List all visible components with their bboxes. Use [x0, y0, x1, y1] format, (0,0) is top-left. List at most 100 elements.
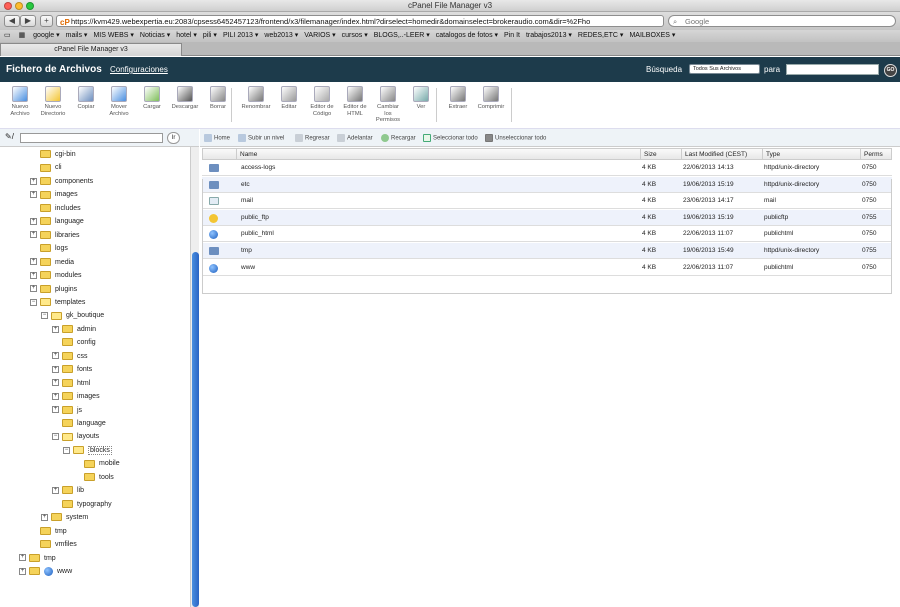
- column-header-perms[interactable]: Perms: [860, 149, 893, 160]
- expand-icon[interactable]: +: [30, 271, 37, 279]
- tree-folder-mobile[interactable]: mobile: [74, 458, 120, 470]
- file-row-public-ftp[interactable]: public_ftp 4 KB 19/06/2013 15:19 publicftp 0…: [202, 209, 892, 226]
- toolbar-button-new-file[interactable]: Nuevo Archivo: [2, 86, 38, 117]
- file-row-access-logs[interactable]: access-logs 4 KB 22/06/2013 14:13 httpd/uni…: [202, 160, 892, 176]
- expand-icon[interactable]: +: [52, 486, 59, 494]
- column-header-name[interactable]: Name: [236, 149, 640, 160]
- tree-folder-fonts[interactable]: + fonts: [52, 364, 92, 376]
- web-search-field[interactable]: ⌕ Google: [668, 15, 896, 27]
- expand-icon[interactable]: +: [52, 325, 59, 333]
- forward-link[interactable]: Adelantar: [337, 134, 373, 142]
- file-row-mail[interactable]: mail 4 KB 23/06/2013 14:17 mail 0750: [202, 193, 892, 210]
- tree-folder-includes[interactable]: includes: [30, 203, 81, 215]
- column-header-type[interactable]: Type: [762, 149, 860, 160]
- bookmark-item[interactable]: REDES,ETC ▾: [578, 30, 624, 42]
- tree-scrollbar[interactable]: [190, 147, 199, 607]
- up-one-level-link[interactable]: Subir un nivel: [238, 134, 284, 142]
- reading-list-icon[interactable]: ▭: [4, 30, 11, 42]
- tree-folder-layouts[interactable]: − layouts: [52, 431, 99, 443]
- expand-icon[interactable]: +: [52, 406, 59, 414]
- tree-folder-media[interactable]: + media: [30, 257, 74, 269]
- file-row-www[interactable]: www 4 KB 22/06/2013 11:07 publichtml 0750: [202, 260, 892, 276]
- tree-folder-language[interactable]: + language: [30, 216, 84, 228]
- expand-icon[interactable]: +: [30, 217, 37, 225]
- bookmark-item[interactable]: mails ▾: [66, 30, 88, 42]
- tree-folder-language[interactable]: language: [52, 418, 106, 430]
- toolbar-button-move[interactable]: Mover Archivo: [101, 86, 137, 117]
- expand-icon[interactable]: +: [30, 191, 37, 198]
- collapse-icon[interactable]: −: [41, 312, 48, 320]
- tree-folder-blocks[interactable]: − blocks: [63, 445, 112, 457]
- bookmark-item[interactable]: MAILBOXES ▾: [629, 30, 675, 42]
- file-search-input[interactable]: [786, 64, 879, 75]
- tree-folder-css[interactable]: + css: [52, 351, 88, 363]
- toolbar-button-view[interactable]: Ver: [403, 86, 439, 111]
- toolbar-button-download[interactable]: Descargar: [167, 86, 203, 111]
- tree-folder-templates[interactable]: − templates: [30, 297, 85, 309]
- bookmark-item[interactable]: PILI 2013 ▾: [223, 30, 258, 42]
- tree-folder-tools[interactable]: tools: [74, 472, 114, 484]
- search-go-button[interactable]: GO: [884, 64, 897, 77]
- bookmark-item[interactable]: VARIOS ▾: [304, 30, 335, 42]
- tree-folder-plugins[interactable]: + plugins: [30, 284, 77, 296]
- toolbar-button-code-editor[interactable]: Editor de Código: [304, 86, 340, 117]
- collapse-icon[interactable]: −: [30, 298, 37, 306]
- back-button[interactable]: ◀: [4, 15, 20, 27]
- search-scope-select[interactable]: Todos Sus Archivos: [689, 64, 760, 74]
- toolbar-button-compress[interactable]: Comprimir: [473, 86, 509, 111]
- toolbar-button-edit[interactable]: Editar: [271, 86, 307, 111]
- bookmark-item[interactable]: catalogos de fotos ▾: [436, 30, 498, 42]
- tree-folder-cgi-bin[interactable]: cgi-bin: [30, 149, 76, 161]
- toolbar-button-extract[interactable]: Extraer: [440, 86, 476, 111]
- tree-folder-components[interactable]: + components: [30, 176, 93, 188]
- tree-go-button[interactable]: Ir: [167, 132, 180, 144]
- bookmark-item[interactable]: trabajos2013 ▾: [526, 30, 572, 42]
- bookmark-item[interactable]: Pin It: [504, 30, 520, 42]
- tree-folder-config[interactable]: config: [52, 337, 96, 349]
- back-link[interactable]: Regresar: [295, 134, 330, 142]
- reload-link[interactable]: Recargar: [381, 134, 416, 142]
- tree-path-input[interactable]: [20, 133, 163, 143]
- bookmark-item[interactable]: MIS WEBS ▾: [93, 30, 133, 42]
- column-header-modified[interactable]: Last Modified (CEST): [681, 149, 762, 160]
- tree-folder-images[interactable]: + images: [30, 189, 78, 201]
- close-window-button[interactable]: [4, 2, 12, 10]
- expand-icon[interactable]: +: [19, 554, 26, 562]
- top-sites-icon[interactable]: ▦: [19, 30, 26, 42]
- tree-folder-js[interactable]: + js: [52, 405, 82, 417]
- expand-icon[interactable]: +: [30, 231, 37, 239]
- tree-folder-lib[interactable]: + lib: [52, 485, 84, 497]
- toolbar-button-html-editor[interactable]: Editor de HTML: [337, 86, 373, 117]
- toolbar-button-upload[interactable]: Cargar: [134, 86, 170, 111]
- expand-icon[interactable]: +: [52, 379, 59, 387]
- tree-folder-www[interactable]: + www: [19, 566, 72, 578]
- file-row-public-html[interactable]: public_html 4 KB 22/06/2013 11:07 publichtm…: [202, 226, 892, 243]
- tree-scrollbar-thumb[interactable]: [192, 252, 199, 607]
- tree-folder-html[interactable]: + html: [52, 378, 90, 390]
- column-header-size[interactable]: Size: [640, 149, 681, 160]
- tree-folder-tmp[interactable]: tmp: [30, 526, 67, 538]
- tree-folder-cli[interactable]: cli: [30, 162, 62, 174]
- tree-folder-libraries[interactable]: + libraries: [30, 230, 80, 242]
- bookmark-item[interactable]: web2013 ▾: [264, 30, 298, 42]
- select-all-link[interactable]: Seleccionar todo: [423, 134, 478, 142]
- bookmark-item[interactable]: Noticias ▾: [140, 30, 170, 42]
- home-link[interactable]: Home: [204, 134, 230, 142]
- tab-cpanel-file-manager[interactable]: cPanel File Manager v3: [0, 43, 182, 56]
- bookmark-item[interactable]: BLOGS,..-LEER ▾: [374, 30, 430, 42]
- expand-icon[interactable]: +: [52, 392, 59, 400]
- tree-folder-typography[interactable]: typography: [52, 499, 112, 511]
- file-row-etc[interactable]: etc 4 KB 19/06/2013 15:19 httpd/unix-direct…: [202, 176, 892, 193]
- toolbar-button-permissions[interactable]: Cambiar los Permisos: [370, 86, 406, 124]
- minimize-window-button[interactable]: [15, 2, 23, 10]
- bookmark-item[interactable]: pili ▾: [203, 30, 217, 42]
- file-row-tmp[interactable]: tmp 4 KB 19/06/2013 15:49 httpd/unix-direct…: [202, 243, 892, 259]
- tree-folder-system[interactable]: + system: [41, 512, 88, 524]
- settings-link[interactable]: Configuraciones: [110, 65, 168, 74]
- tree-folder-images[interactable]: + images: [52, 391, 100, 403]
- zoom-window-button[interactable]: [26, 2, 34, 10]
- forward-button[interactable]: ▶: [20, 15, 36, 27]
- toolbar-button-new-folder[interactable]: Nuevo Directorio: [35, 86, 71, 117]
- tree-folder-logs[interactable]: logs: [30, 243, 68, 255]
- toolbar-button-copy[interactable]: Copiar: [68, 86, 104, 111]
